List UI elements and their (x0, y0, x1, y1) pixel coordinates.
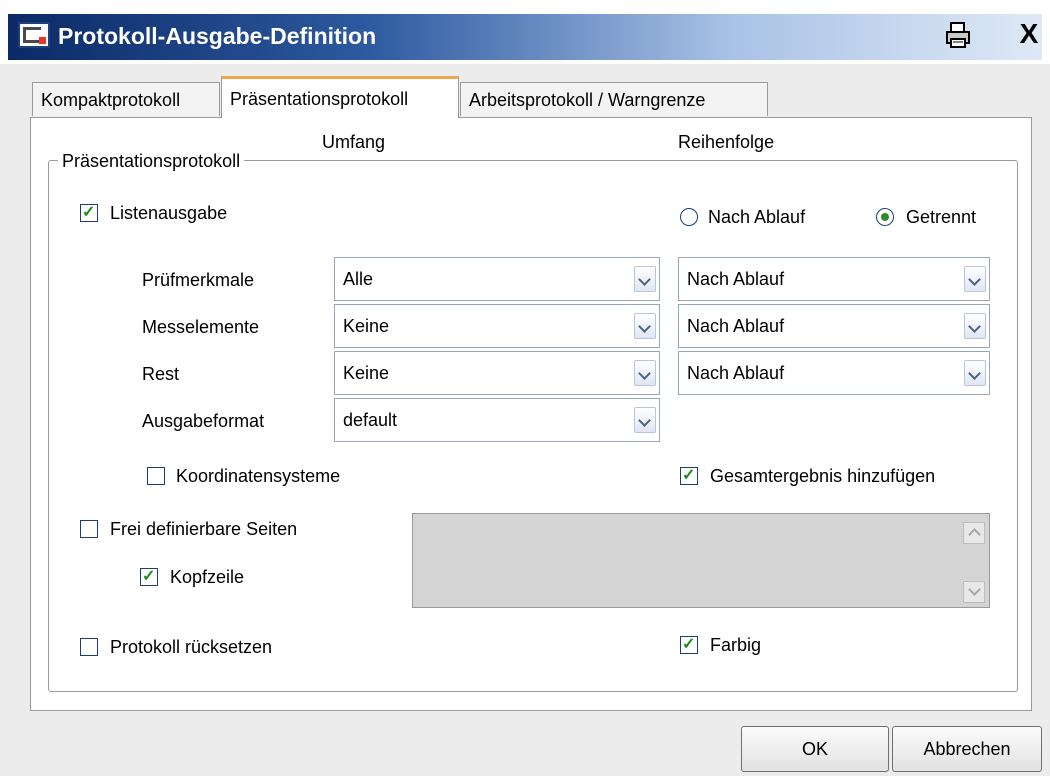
kopfzeile-label: Kopfzeile (170, 567, 245, 587)
frei-definierbare-seiten-label: Frei definierbare Seiten (110, 519, 298, 539)
gesamtergebnis-checkbox[interactable] (680, 465, 698, 485)
row-label-rest: Rest (142, 364, 180, 384)
farbig-checkbox[interactable] (680, 634, 698, 654)
listenausgabe-label: Listenausgabe (110, 203, 228, 223)
ausgabeformat-select[interactable]: default (334, 398, 660, 442)
scroll-down-icon[interactable] (963, 581, 985, 603)
chevron-down-icon[interactable] (634, 360, 656, 386)
radio-getrennt-label: Getrennt (906, 207, 977, 227)
combo-value: Nach Ablauf (687, 316, 785, 336)
listenausgabe-checkbox[interactable] (80, 202, 98, 222)
combo-value: Keine (343, 363, 390, 383)
koordinatensysteme-label: Koordinatensysteme (176, 466, 341, 486)
chevron-down-icon[interactable] (964, 313, 986, 339)
group-legend: Präsentationsprotokoll (58, 149, 245, 173)
combo-value: default (343, 410, 398, 430)
umfang-select-pruefmerkmale[interactable]: Alle (334, 257, 660, 301)
column-header-umfang: Umfang (322, 132, 386, 152)
kopfzeile-checkbox[interactable] (140, 566, 158, 586)
tab-kompaktprotokoll[interactable]: Kompaktprotokoll (32, 82, 220, 116)
title-bar[interactable]: Protokoll-Ausgabe-Definition X (0, 0, 1050, 64)
chevron-down-icon[interactable] (634, 407, 656, 433)
ok-button[interactable]: OK (741, 726, 889, 772)
protokoll-ruecksetzen-checkbox[interactable] (80, 638, 98, 656)
row-label-pruefmerkmale: Prüfmerkmale (142, 270, 255, 290)
reihenfolge-select-messelemente[interactable]: Nach Ablauf (678, 304, 990, 348)
combo-value: Alle (343, 269, 374, 289)
umfang-select-rest[interactable]: Keine (334, 351, 660, 395)
cancel-button[interactable]: Abbrechen (892, 726, 1042, 772)
dialog-window: Protokoll-Ausgabe-Definition X Kompaktpr… (0, 0, 1050, 776)
combo-value: Nach Ablauf (687, 363, 785, 383)
farbig-label: Farbig (710, 635, 762, 655)
protokoll-ruecksetzen-label: Protokoll rücksetzen (110, 637, 273, 657)
reihenfolge-select-rest[interactable]: Nach Ablauf (678, 351, 990, 395)
app-icon (18, 22, 50, 48)
combo-value: Keine (343, 316, 390, 336)
printer-icon[interactable] (944, 21, 972, 49)
window-title: Protokoll-Ausgabe-Definition (58, 23, 377, 49)
close-icon[interactable]: X (1014, 18, 1044, 50)
chevron-down-icon[interactable] (964, 266, 986, 292)
koordinatensysteme-checkbox[interactable] (147, 467, 165, 485)
reihenfolge-select-pruefmerkmale[interactable]: Nach Ablauf (678, 257, 990, 301)
combo-value: Nach Ablauf (687, 269, 785, 289)
scroll-up-icon[interactable] (963, 522, 985, 544)
radio-nach-ablauf-label: Nach Ablauf (708, 207, 806, 227)
row-label-ausgabeformat: Ausgabeformat (142, 411, 265, 431)
radio-getrennt[interactable] (876, 208, 894, 226)
tab-praesentationsprotokoll[interactable]: Präsentationsprotokoll (221, 76, 459, 118)
radio-nach-ablauf[interactable] (680, 208, 698, 226)
chevron-down-icon[interactable] (634, 313, 656, 339)
row-label-messelemente: Messelemente (142, 317, 260, 337)
chevron-down-icon[interactable] (964, 360, 986, 386)
gesamtergebnis-label: Gesamtergebnis hinzufügen (710, 466, 936, 486)
frei-definierbare-seiten-checkbox[interactable] (80, 520, 98, 538)
tab-arbeitsprotokoll[interactable]: Arbeitsprotokoll / Warngrenze (460, 82, 768, 116)
column-header-reihenfolge: Reihenfolge (678, 132, 775, 152)
chevron-down-icon[interactable] (634, 266, 656, 292)
umfang-select-messelemente[interactable]: Keine (334, 304, 660, 348)
frei-definierbare-seiten-list[interactable] (412, 513, 990, 608)
